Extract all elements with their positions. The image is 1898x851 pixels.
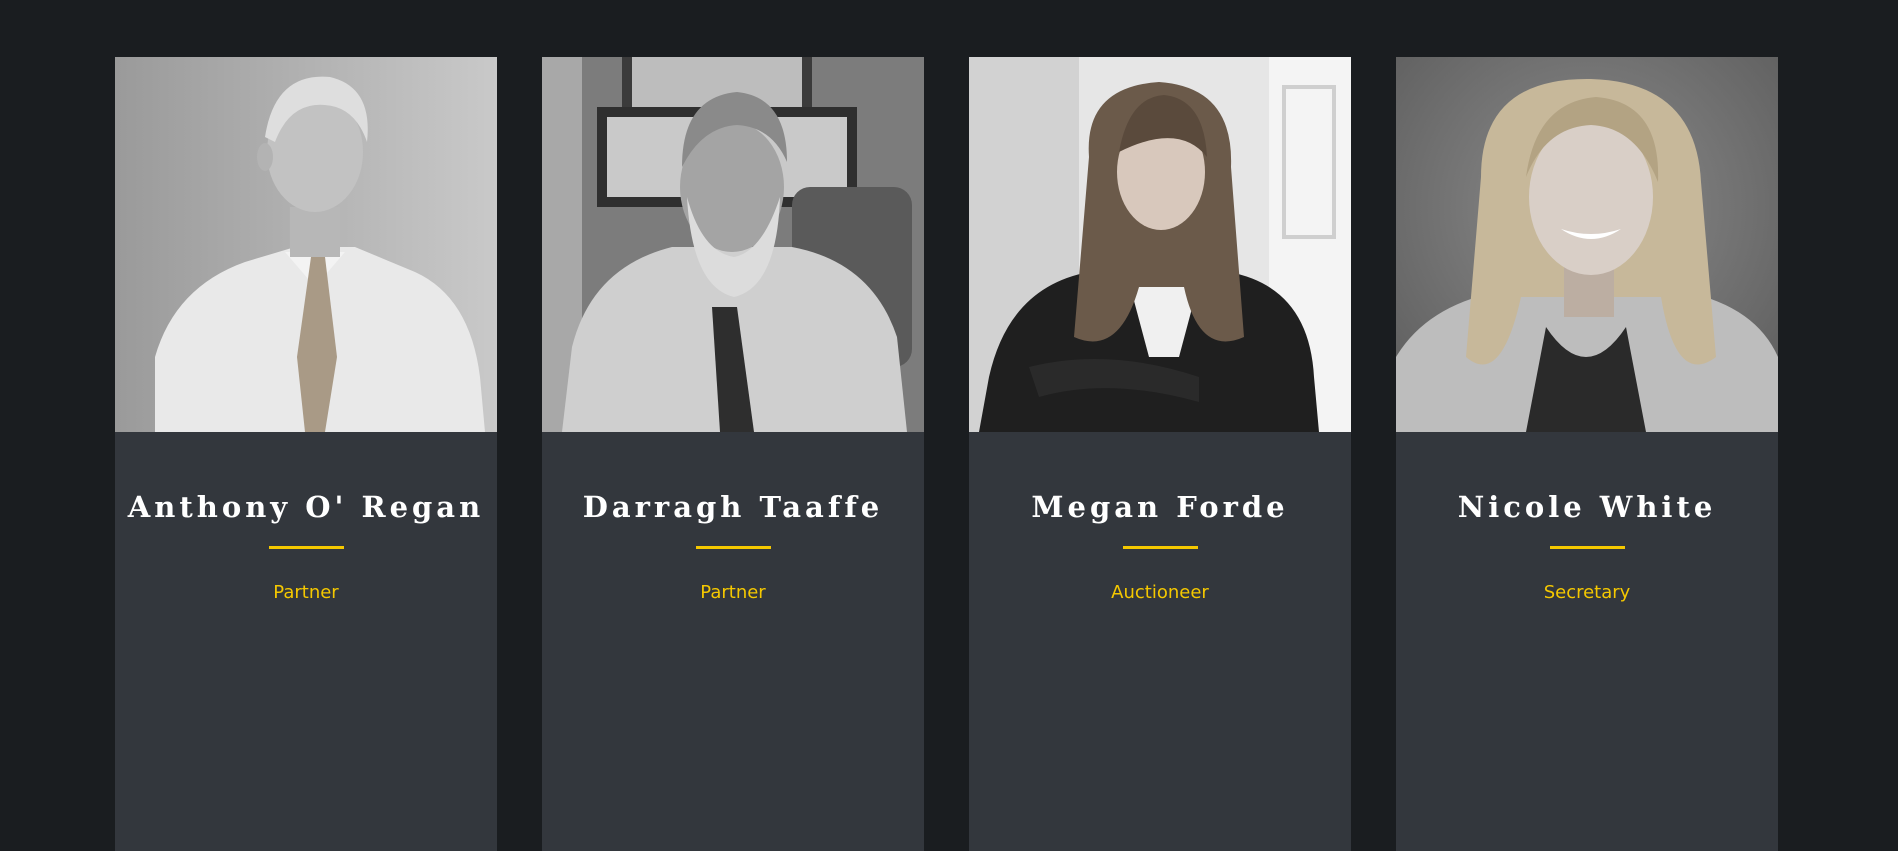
portrait-photo bbox=[969, 57, 1351, 432]
name-divider bbox=[695, 546, 771, 549]
team-grid: Anthony O' Regan Partner Darragh Taaffe bbox=[115, 57, 1778, 851]
member-role: Auctioneer bbox=[1111, 582, 1209, 603]
member-role: Secretary bbox=[1543, 582, 1631, 603]
name-divider bbox=[268, 546, 344, 549]
team-card-nicole-white: Nicole White Secretary bbox=[1396, 57, 1778, 851]
portrait-woman-blonde-image bbox=[1396, 57, 1778, 432]
member-role: Partner bbox=[700, 582, 766, 603]
member-name: Anthony O' Regan bbox=[127, 490, 485, 524]
team-card-megan-forde: Megan Forde Auctioneer bbox=[969, 57, 1351, 851]
portrait-photo bbox=[542, 57, 924, 432]
member-role: Partner bbox=[273, 582, 339, 603]
member-name: Megan Forde bbox=[1031, 490, 1289, 524]
portrait-photo bbox=[1396, 57, 1778, 432]
name-divider bbox=[1122, 546, 1198, 549]
portrait-woman-blazer-image bbox=[969, 57, 1351, 432]
team-card-darragh-taaffe: Darragh Taaffe Partner bbox=[542, 57, 924, 851]
name-divider bbox=[1549, 546, 1625, 549]
portrait-man-beard-image bbox=[542, 57, 924, 432]
portrait-man-grey-hair-image bbox=[115, 57, 497, 432]
team-card-anthony-oregan: Anthony O' Regan Partner bbox=[115, 57, 497, 851]
member-name: Darragh Taaffe bbox=[582, 490, 884, 524]
member-name: Nicole White bbox=[1457, 490, 1717, 524]
portrait-photo bbox=[115, 57, 497, 432]
